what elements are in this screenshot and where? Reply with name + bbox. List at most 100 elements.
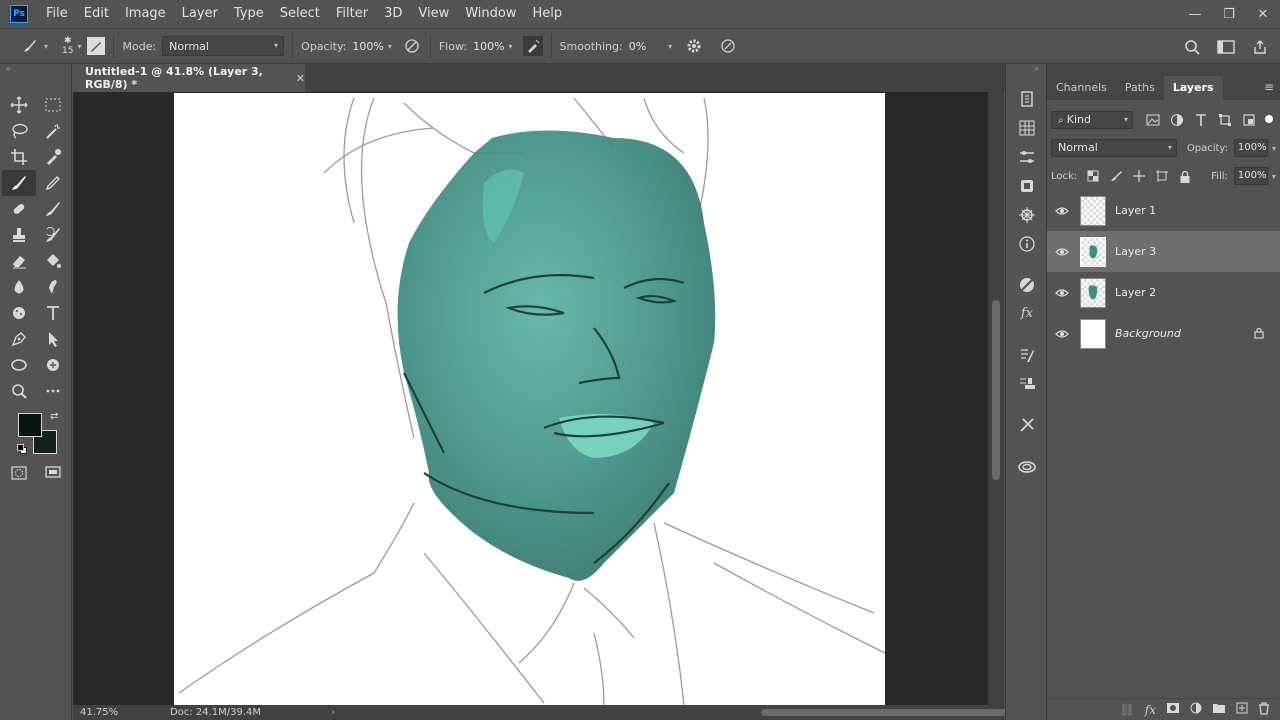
new-layer-icon[interactable] — [1236, 702, 1248, 717]
horizontal-scrollbar[interactable] — [313, 705, 1011, 720]
fill-field[interactable]: 100% — [1233, 167, 1268, 185]
color-icon[interactable] — [1006, 270, 1048, 299]
eye-icon[interactable] — [1047, 288, 1077, 298]
chevron-down-icon[interactable]: ▾ — [509, 42, 513, 51]
brush-preset-picker[interactable]: ✱ 15 — [62, 36, 73, 56]
menu-layer[interactable]: Layer — [174, 0, 226, 28]
smudge-tool-icon[interactable] — [36, 274, 70, 300]
brush-settings-icon[interactable] — [87, 37, 106, 55]
clone-stamp-icon[interactable] — [2, 222, 36, 248]
panel-menu-icon[interactable]: ≡ — [1264, 80, 1280, 100]
filter-adjustment-icon[interactable] — [1169, 110, 1185, 130]
ellipse-tool-icon[interactable] — [2, 352, 36, 378]
libraries-icon[interactable] — [1006, 171, 1048, 200]
eye-icon[interactable] — [1047, 206, 1077, 216]
mode-select[interactable]: Normal ▾ — [162, 36, 285, 56]
default-colors-icon[interactable] — [17, 444, 27, 454]
lock-artboard-icon[interactable] — [1154, 166, 1170, 186]
canvas[interactable] — [174, 93, 886, 705]
chevron-down-icon[interactable]: ▾ — [388, 42, 392, 51]
lock-transparent-icon[interactable] — [1085, 166, 1101, 186]
rotate-view-icon[interactable] — [36, 352, 70, 378]
vertical-scrollbar[interactable] — [988, 92, 1004, 705]
layer-row-layer-2[interactable]: Layer 2 — [1047, 272, 1280, 313]
tab-paths[interactable]: Paths — [1116, 76, 1164, 100]
blend-mode-select[interactable]: Normal ▾ — [1051, 139, 1177, 157]
adjustment-layer-icon[interactable] — [1190, 702, 1202, 717]
tab-layers[interactable]: Layers — [1163, 76, 1223, 100]
layer-row-background[interactable]: Background — [1047, 313, 1280, 354]
menu-help[interactable]: Help — [525, 0, 571, 28]
opacity-field[interactable]: 100% — [352, 40, 383, 53]
magic-wand-icon[interactable] — [36, 118, 70, 144]
canvas-area[interactable] — [73, 92, 988, 705]
navigator-icon[interactable] — [1006, 200, 1048, 229]
layer-name[interactable]: Layer 1 — [1115, 204, 1156, 217]
collapse-icon[interactable]: « — [0, 64, 71, 76]
swap-colors-icon[interactable]: ⇄ — [50, 411, 58, 422]
chevron-down-icon[interactable]: ▾ — [77, 42, 81, 51]
eye-icon[interactable] — [1047, 247, 1077, 257]
share-icon[interactable] — [1250, 37, 1270, 57]
layer-name[interactable]: Layer 3 — [1115, 245, 1156, 258]
pressure-size-icon[interactable] — [718, 36, 738, 56]
more-tools-icon[interactable] — [36, 378, 70, 404]
menu-type[interactable]: Type — [226, 0, 272, 28]
move-tool-icon[interactable] — [2, 92, 36, 118]
menu-select[interactable]: Select — [272, 0, 328, 28]
swatches-icon[interactable] — [1006, 113, 1048, 142]
history-icon[interactable] — [1006, 84, 1048, 113]
eyedropper-icon[interactable] — [36, 144, 70, 170]
blur-tool-icon[interactable] — [2, 274, 36, 300]
close-icon[interactable]: ✕ — [1246, 0, 1280, 28]
close-tab-icon[interactable]: ✕ — [296, 72, 305, 85]
menu-file[interactable]: File — [38, 0, 76, 28]
link-layers-icon[interactable]: ⛓ — [1120, 703, 1135, 717]
menu-view[interactable]: View — [410, 0, 457, 28]
mixer-brush-icon[interactable] — [36, 196, 70, 222]
collapse-icon[interactable]: » — [1006, 64, 1046, 84]
brush-settings-icon[interactable] — [1006, 340, 1048, 369]
styles-icon[interactable]: fx — [1006, 299, 1048, 328]
eraser-tool-icon[interactable] — [2, 248, 36, 274]
filter-shape-icon[interactable] — [1217, 110, 1233, 130]
chevron-down-icon[interactable]: ▾ — [44, 42, 48, 51]
delete-layer-icon[interactable] — [1258, 701, 1270, 718]
path-selection-icon[interactable] — [36, 326, 70, 352]
new-group-icon[interactable] — [1212, 702, 1226, 717]
add-mask-icon[interactable] — [1166, 702, 1180, 717]
brush-tool-icon[interactable] — [2, 170, 36, 196]
history-brush-icon[interactable] — [36, 222, 70, 248]
crop-tool-icon[interactable] — [2, 144, 36, 170]
foreground-color-swatch[interactable] — [18, 413, 42, 437]
layer-name[interactable]: Layer 2 — [1115, 286, 1156, 299]
menu-filter[interactable]: Filter — [328, 0, 376, 28]
chevron-down-icon[interactable]: ▾ — [1272, 172, 1276, 181]
zoom-tool-icon[interactable] — [2, 378, 36, 404]
search-icon[interactable] — [1182, 37, 1202, 57]
filter-toggle[interactable] — [1265, 115, 1273, 123]
menu-image[interactable]: Image — [117, 0, 174, 28]
info-icon[interactable] — [1006, 229, 1048, 258]
filter-smart-object-icon[interactable] — [1241, 110, 1257, 130]
pencil-tool-icon[interactable] — [36, 170, 70, 196]
creative-cloud-icon[interactable] — [1006, 451, 1048, 480]
layer-opacity-field[interactable]: 100% — [1233, 139, 1268, 157]
eye-icon[interactable] — [1047, 329, 1077, 339]
clone-source-icon[interactable] — [1006, 369, 1048, 398]
menu-edit[interactable]: Edit — [76, 0, 117, 28]
tool-presets-icon[interactable] — [1006, 410, 1048, 439]
lock-pixels-icon[interactable] — [1108, 166, 1124, 186]
paint-bucket-icon[interactable] — [36, 248, 70, 274]
adjustments-icon[interactable] — [1006, 142, 1048, 171]
minimize-icon[interactable]: — — [1178, 0, 1212, 28]
layer-row-layer-3[interactable]: Layer 3 — [1047, 231, 1280, 272]
type-tool-icon[interactable] — [36, 300, 70, 326]
filter-pixel-icon[interactable] — [1145, 110, 1161, 130]
lock-all-icon[interactable] — [1177, 166, 1193, 186]
marquee-tool-icon[interactable] — [36, 92, 70, 118]
screen-mode-icon[interactable] — [36, 460, 70, 486]
chevron-down-icon[interactable]: ▾ — [1272, 144, 1276, 153]
horizontal-scroll-thumb[interactable] — [761, 709, 1011, 716]
pen-tool-icon[interactable] — [2, 326, 36, 352]
